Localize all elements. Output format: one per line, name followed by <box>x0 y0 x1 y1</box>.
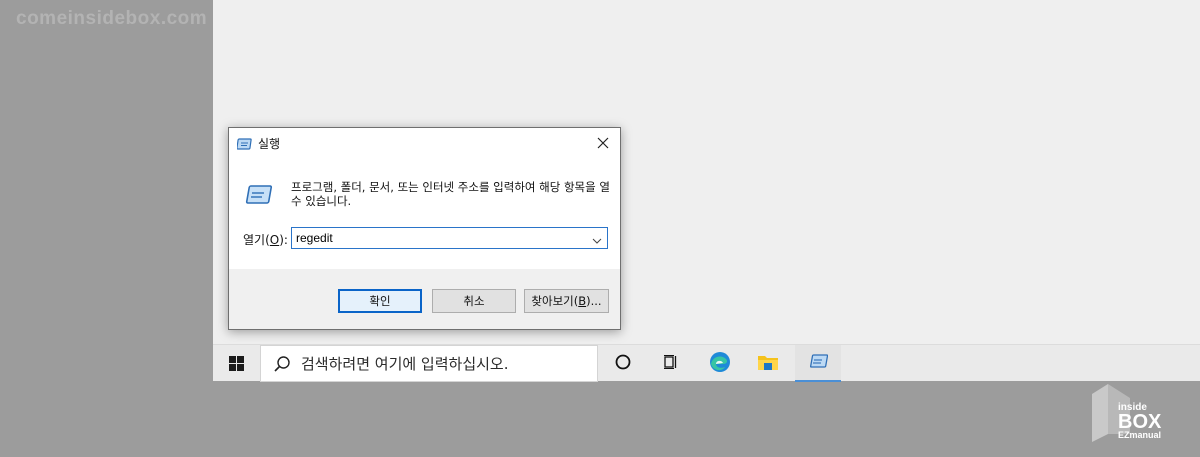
task-view-icon <box>662 353 680 375</box>
taskbar: 검색하려면 여기에 입력하십시오. <box>213 344 1200 382</box>
run-taskbar-button[interactable] <box>795 345 841 382</box>
cortana-icon <box>614 353 632 375</box>
windows-start-icon <box>228 356 244 371</box>
run-icon <box>236 136 253 155</box>
ok-button[interactable]: 확인 <box>338 289 422 313</box>
dialog-titlebar[interactable]: 실행 <box>229 128 620 158</box>
open-input[interactable]: regedit <box>296 231 333 245</box>
chevron-down-icon[interactable] <box>591 232 603 244</box>
browse-button[interactable]: 찾아보기(B)... <box>524 289 609 313</box>
edge-button[interactable] <box>697 345 743 382</box>
run-icon <box>243 183 273 211</box>
insidebox-logo: inside BOX EZmanual <box>1088 380 1188 446</box>
open-label: 열기(O): <box>243 233 288 247</box>
search-icon <box>273 355 291 373</box>
dialog-description: 프로그램, 폴더, 문서, 또는 인터넷 주소를 입력하여 해당 항목을 열 수… <box>291 180 610 208</box>
cancel-button[interactable]: 취소 <box>432 289 516 313</box>
file-explorer-button[interactable] <box>745 345 791 382</box>
taskbar-search-box[interactable]: 검색하려면 여기에 입력하십시오. <box>260 345 598 382</box>
run-dialog: 실행 프로그램, 폴더, 문서, 또는 인터넷 주소를 입력하여 해당 항목을 … <box>228 127 621 330</box>
open-combobox[interactable]: regedit <box>291 227 608 249</box>
run-icon <box>808 353 829 373</box>
dialog-title: 실행 <box>258 137 281 151</box>
svg-text:EZmanual: EZmanual <box>1118 430 1161 440</box>
file-explorer-icon <box>757 352 779 376</box>
close-icon[interactable] <box>586 128 620 158</box>
cortana-button[interactable] <box>600 345 646 382</box>
start-button[interactable] <box>213 345 259 382</box>
search-placeholder: 검색하려면 여기에 입력하십시오. <box>301 355 509 373</box>
site-watermark: comeinsidebox.com <box>16 8 208 29</box>
task-view-button[interactable] <box>648 345 694 382</box>
edge-icon <box>708 350 732 378</box>
